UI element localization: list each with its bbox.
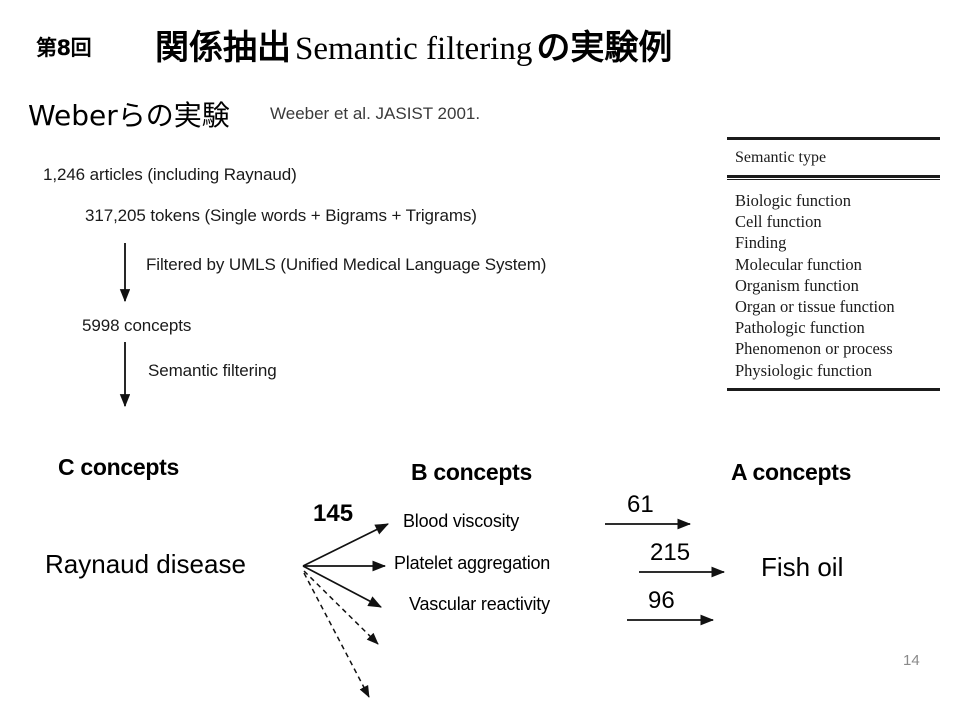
table-bottom-rule: [727, 387, 940, 391]
edge-weight-b-to-a: 215: [650, 539, 691, 566]
page-title-jp-suffix: の実験例: [536, 28, 673, 68]
b-concept-term: Blood viscosity: [403, 511, 520, 531]
edge-c-to-b-dashed: [303, 570, 379, 645]
b-concept-term: Platelet aggregation: [394, 553, 551, 573]
lecture-number-badge: 第8回: [36, 36, 92, 60]
a-concept-term: Fish oil: [761, 552, 844, 582]
flow-step-tokens: 317,205 tokens (Single words + Bigrams +…: [85, 206, 477, 225]
b-concept-term: Vascular reactivity: [409, 594, 550, 614]
table-column-header: Semantic type: [735, 149, 827, 166]
table-row: Organism function: [735, 275, 859, 295]
semantic-type-table: Semantic type Biologic function Cell fun…: [727, 137, 940, 391]
column-heading-b-concepts: B concepts: [411, 459, 532, 485]
edge-c-to-b-dashed: [303, 572, 370, 698]
column-heading-c-concepts: C concepts: [58, 454, 179, 480]
table-row: Organ or tissue function: [735, 297, 895, 317]
column-heading-a-concepts: A concepts: [731, 459, 852, 485]
edge-weight-b-to-a: 61: [627, 491, 654, 518]
slide-canvas: 第8回 関係抽出 Semantic filtering の実験例 Weberらの実験…: [0, 0, 960, 720]
page-number: 14: [903, 652, 920, 669]
table-row: Molecular function: [735, 254, 862, 274]
edge-weight-b-to-a: 96: [648, 587, 675, 614]
edge-c-to-b-vascular-reactivity: [302, 565, 382, 608]
page-title-jp-prefix: 関係抽出: [155, 28, 291, 68]
table-row: Finding: [735, 233, 787, 253]
table-row: Phenomenon or process: [735, 339, 893, 359]
citation-reference: Weeber et al. JASIST 2001.: [270, 104, 481, 123]
page-title-en-term: Semantic filtering: [295, 31, 533, 67]
section-heading: Weberらの実験: [28, 94, 230, 134]
flow-step-concepts: 5998 concepts: [82, 316, 192, 335]
table-body: Biologic function Cell function Finding …: [727, 180, 940, 388]
edge-c-to-b-blood-viscosity: [302, 523, 389, 567]
edge-weight-c-to-b: 145: [313, 500, 354, 527]
table-row: Cell function: [735, 212, 822, 232]
flow-step-articles: 1,246 articles (including Raynaud): [43, 165, 297, 184]
section-heading-label: Weberらの実験: [28, 99, 230, 132]
c-concept-term: Raynaud disease: [45, 549, 246, 579]
table-row: Physiologic function: [735, 360, 873, 380]
page-title: 関係抽出 Semantic filtering の実験例: [155, 28, 673, 68]
flow-step-semantic-filtering: Semantic filtering: [148, 361, 277, 380]
table-row: Pathologic function: [735, 318, 865, 338]
table-row: Biologic function: [735, 191, 851, 210]
flow-step-umls-filter: Filtered by UMLS (Unified Medical Langua…: [146, 255, 547, 274]
